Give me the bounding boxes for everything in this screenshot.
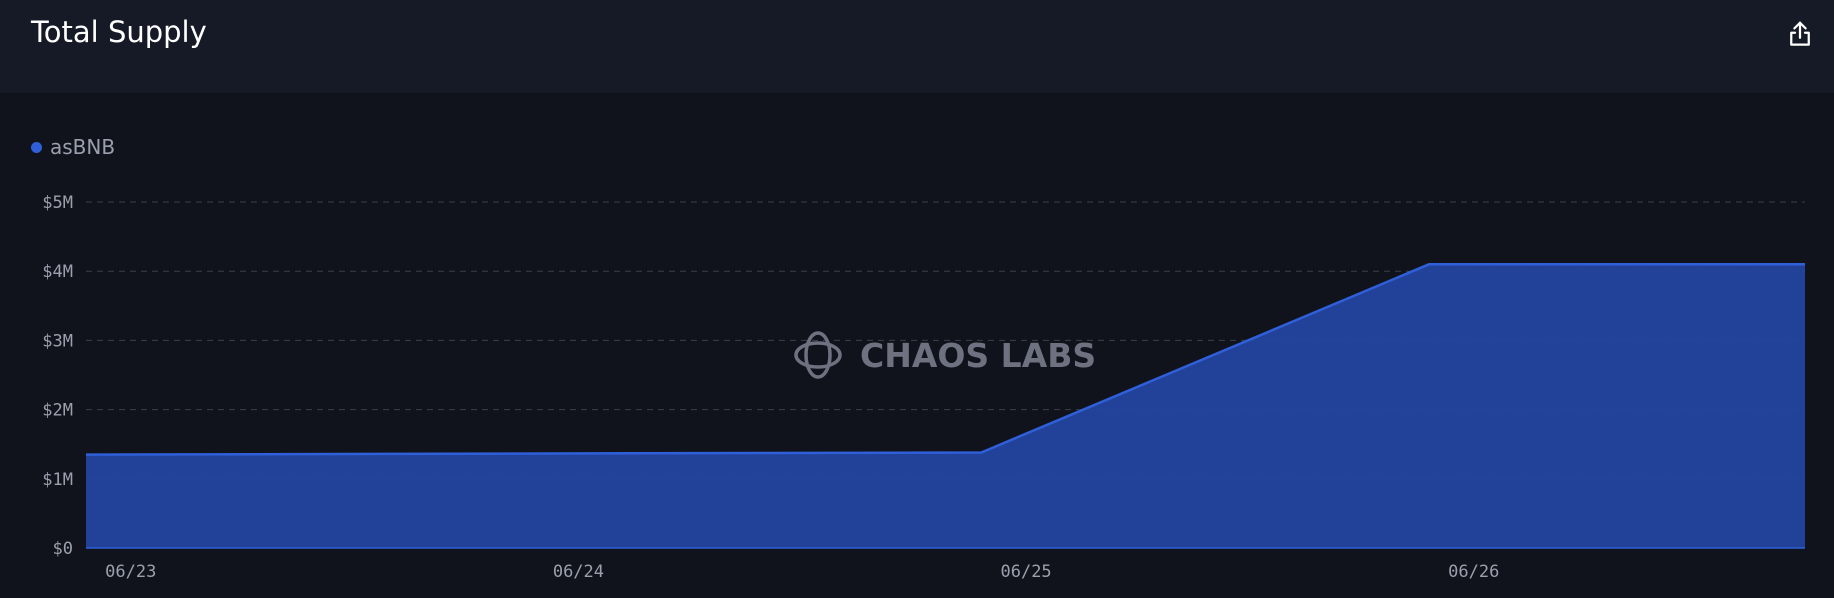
series-area	[86, 264, 1805, 548]
series-asbnb	[85, 263, 1806, 549]
y-tick-label: $4M	[42, 262, 73, 282]
total-supply-card: Total Supply asBNB $0 $1M $2M $3M $4M $5M 06/…	[0, 0, 1834, 598]
y-tick-label: $5M	[42, 193, 73, 213]
x-tick-label: 06/25	[1000, 562, 1051, 582]
y-tick-label: $3M	[42, 331, 73, 351]
chaos-labs-logo-icon	[794, 331, 842, 379]
x-tick-label: 06/24	[553, 562, 604, 582]
x-tick-label: 06/23	[105, 562, 156, 582]
y-tick-label: $0	[53, 539, 73, 559]
watermark-text: CHAOS LABS	[860, 336, 1096, 375]
x-axis-labels: 06/23 06/24 06/25 06/26	[105, 562, 1499, 582]
area-chart: $0 $1M $2M $3M $4M $5M 06/23 06/24 06/25 06/26 C…	[42, 193, 1806, 582]
y-tick-label: $1M	[42, 470, 73, 490]
x-tick-label: 06/26	[1448, 562, 1499, 582]
y-axis-labels: $0 $1M $2M $3M $4M $5M	[42, 193, 73, 559]
y-tick-label: $2M	[42, 401, 73, 421]
watermark: CHAOS LABS	[794, 331, 1096, 379]
